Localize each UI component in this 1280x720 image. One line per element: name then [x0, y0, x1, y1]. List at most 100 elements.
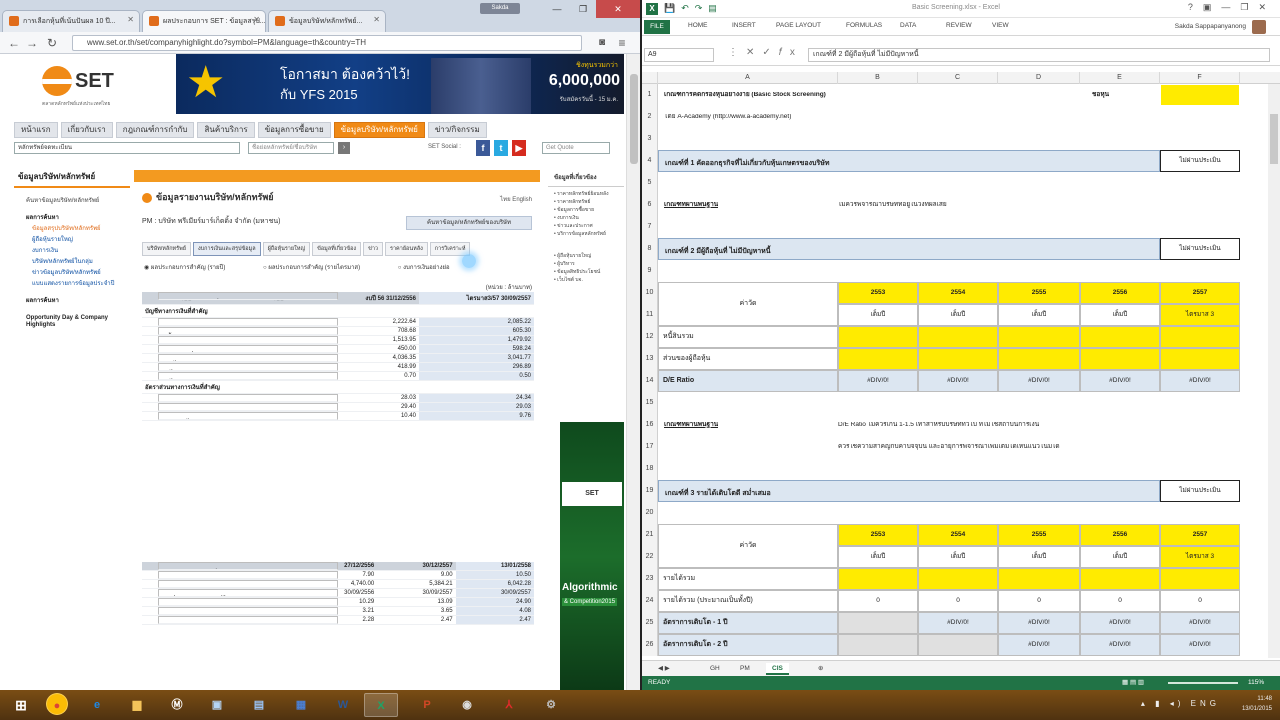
excel-window-controls[interactable]: ?▣—❐✕ [1188, 2, 1276, 13]
security-type-select[interactable]: หลักทรัพย์จดทะเบียน [14, 142, 240, 154]
related-info-item[interactable]: • ข้อมูลการซื้อขาย [548, 206, 624, 214]
ribbon-tab-insert[interactable]: INSERT [732, 22, 756, 29]
sidebar-item[interactable]: Opportunity Day & Company Highlights [14, 313, 130, 331]
close-tab-icon[interactable]: ✕ [127, 15, 134, 24]
de-ratio-cell[interactable]: #DIV/0! [1080, 370, 1160, 392]
row-header-26[interactable]: 26 [642, 634, 658, 656]
ribbon-tab-data[interactable]: DATA [900, 22, 916, 29]
related-info-item[interactable]: • ราคาหลักทรัพย์ย้อนหลัง [548, 190, 624, 198]
sidebar-item[interactable]: ผลการค้นหา [14, 296, 130, 307]
powerpoint-taskbar-icon[interactable]: P [410, 693, 444, 717]
year-header-cell[interactable]: 2555 [998, 282, 1080, 304]
chrome-taskbar-icon[interactable]: ● [46, 693, 68, 715]
input-cell[interactable] [1080, 326, 1160, 348]
sidebar-item[interactable]: แบบแสดงรายการข้อมูลประจำปี [14, 279, 130, 290]
criteria-3-result[interactable]: ไม่ผ่านประเมิน [1160, 480, 1240, 502]
column-header-b[interactable]: B [838, 72, 918, 84]
criteria-1-result[interactable]: ไม่ผ่านประเมิน [1160, 150, 1240, 172]
year-header-cell[interactable]: 2556 [1080, 282, 1160, 304]
sheet-tab-gh[interactable]: GH [704, 663, 726, 675]
clock[interactable]: 11:48 13/01/2015 [1242, 694, 1272, 714]
camera-icon[interactable]: ◙ [594, 35, 610, 51]
formula-icons[interactable]: ⋮✕✓𝑓x [728, 47, 803, 58]
sidebar-item[interactable]: งบการเงิน [14, 246, 130, 257]
maximize-icon[interactable]: ❐ [570, 0, 596, 18]
set-logo[interactable]: SET ตลาดหลักทรัพย์แห่งประเทศไทย [42, 64, 122, 107]
nav-home[interactable]: หน้าแรก [14, 122, 58, 138]
chrome-user-chip[interactable]: Sakda [480, 3, 520, 14]
forward-icon[interactable]: → [24, 35, 40, 51]
year-header-cell[interactable]: 2557 [1160, 524, 1240, 546]
period-cell[interactable]: เต็มปี [998, 304, 1080, 326]
row-header-17[interactable]: 17 [642, 436, 658, 458]
windows-start-icon[interactable]: ⊞ [4, 693, 38, 717]
period-cell[interactable]: เต็มปี [838, 304, 918, 326]
get-quote-input[interactable]: Get Quote [542, 142, 610, 154]
sidebar-item[interactable]: ข้อมูลสรุปบริษัท/หลักทรัพย์ [14, 224, 130, 235]
row-header-22[interactable]: 22 [642, 546, 658, 568]
row-header-7[interactable]: 7 [642, 216, 658, 238]
period-cell[interactable]: เต็มปี [1080, 546, 1160, 568]
select-all-corner[interactable] [642, 72, 658, 84]
nav-trading-data[interactable]: ข้อมูลการซื้อขาย [257, 122, 331, 138]
row-header-14[interactable]: 14 [642, 370, 658, 392]
related-info-item[interactable]: • ราคาหลักทรัพย์ [548, 198, 624, 206]
year-header-cell[interactable]: 2556 [1080, 524, 1160, 546]
column-header-a[interactable]: A [658, 72, 838, 84]
spreadsheet-grid[interactable]: 1 2 3 4 5 6 7 8 9 10 11 12 13 14 15 16 17 18 19 20 21 22 23 24 2… [642, 84, 1268, 658]
app2-taskbar-icon[interactable]: ▦ [284, 693, 318, 717]
row-header-3[interactable]: 3 [642, 128, 658, 150]
column-header-d[interactable]: D [998, 72, 1080, 84]
year-header-cell[interactable]: 2553 [838, 524, 918, 546]
minimize-icon[interactable]: — [544, 0, 570, 18]
row-header-10[interactable]: 10 [642, 282, 658, 304]
growth-cell[interactable]: #DIV/0! [998, 634, 1080, 656]
subtab[interactable]: การวิเคราะห์ [429, 242, 471, 256]
facebook-icon[interactable]: f [476, 140, 490, 156]
acrobat-taskbar-icon[interactable]: ⅄ [492, 693, 526, 717]
related-info-item[interactable]: • ข่าวและประกาศ [548, 222, 624, 230]
period-cell[interactable]: เต็มปี [918, 546, 998, 568]
related-info-item[interactable]: • ผู้บริหาร [548, 260, 624, 268]
sheet-nav-icon[interactable]: ◀ ▶ [652, 663, 676, 675]
de-ratio-cell[interactable]: #DIV/0! [998, 370, 1080, 392]
row-header-12[interactable]: 12 [642, 326, 658, 348]
criteria-2-result[interactable]: ไม่ผ่านประเมิน [1160, 238, 1240, 260]
row-header-16[interactable]: 16 [642, 414, 658, 436]
page-scrollbar[interactable] [626, 54, 640, 690]
browser-tab-1[interactable]: การเลือกหุ้นที่เน้นปันผล 10 ปี... ✕ [2, 10, 140, 32]
period-cell[interactable]: ไตรมาส 3 [1160, 546, 1240, 568]
close-tab-icon[interactable]: ✕ [373, 15, 380, 24]
view-buttons[interactable]: ▦ ▤ ▥ [1122, 676, 1144, 690]
scrollbar-thumb[interactable] [1270, 114, 1278, 164]
growth-cell[interactable]: #DIV/0! [998, 612, 1080, 634]
row-header-9[interactable]: 9 [642, 260, 658, 282]
sheet-tab-pm[interactable]: PM [734, 663, 756, 675]
input-cell[interactable] [838, 348, 918, 370]
value-cell[interactable]: 0 [918, 590, 998, 612]
nav-products[interactable]: สินค้าบริการ [197, 122, 255, 138]
language-switch[interactable]: ไทย English [500, 194, 532, 204]
period-cell[interactable]: เต็มปี [918, 304, 998, 326]
related-info-item[interactable]: • งบการเงิน [548, 214, 624, 222]
app4-taskbar-icon[interactable]: ⚙ [534, 693, 568, 717]
related-info-item[interactable]: • บริการข้อมูลหลักทรัพย์ [548, 230, 624, 238]
scrollbar-thumb[interactable] [630, 74, 638, 164]
de-ratio-cell[interactable]: #DIV/0! [918, 370, 998, 392]
folder-taskbar-icon[interactable]: ▆ [120, 693, 154, 717]
row-header-15[interactable]: 15 [642, 392, 658, 414]
input-cell[interactable] [918, 326, 998, 348]
row-header-1[interactable]: 1 [642, 84, 658, 106]
nav-company-info[interactable]: ข้อมูลบริษัท/หลักทรัพย์ [333, 122, 425, 138]
row-header-18[interactable]: 18 [642, 458, 658, 480]
add-sheet-icon[interactable]: ⊕ [812, 663, 829, 675]
growth-cell[interactable] [838, 612, 918, 634]
menu-icon[interactable]: ≡ [614, 35, 630, 51]
year-header-cell[interactable]: 2554 [918, 524, 998, 546]
value-cell[interactable]: 0 [838, 590, 918, 612]
input-cell[interactable] [838, 568, 918, 590]
row-header-13[interactable]: 13 [642, 348, 658, 370]
excel-taskbar-icon[interactable]: X [364, 693, 398, 717]
related-info-item[interactable]: • ผู้ถือหุ้นรายใหญ่ [548, 252, 624, 260]
row-header-24[interactable]: 24 [642, 590, 658, 612]
